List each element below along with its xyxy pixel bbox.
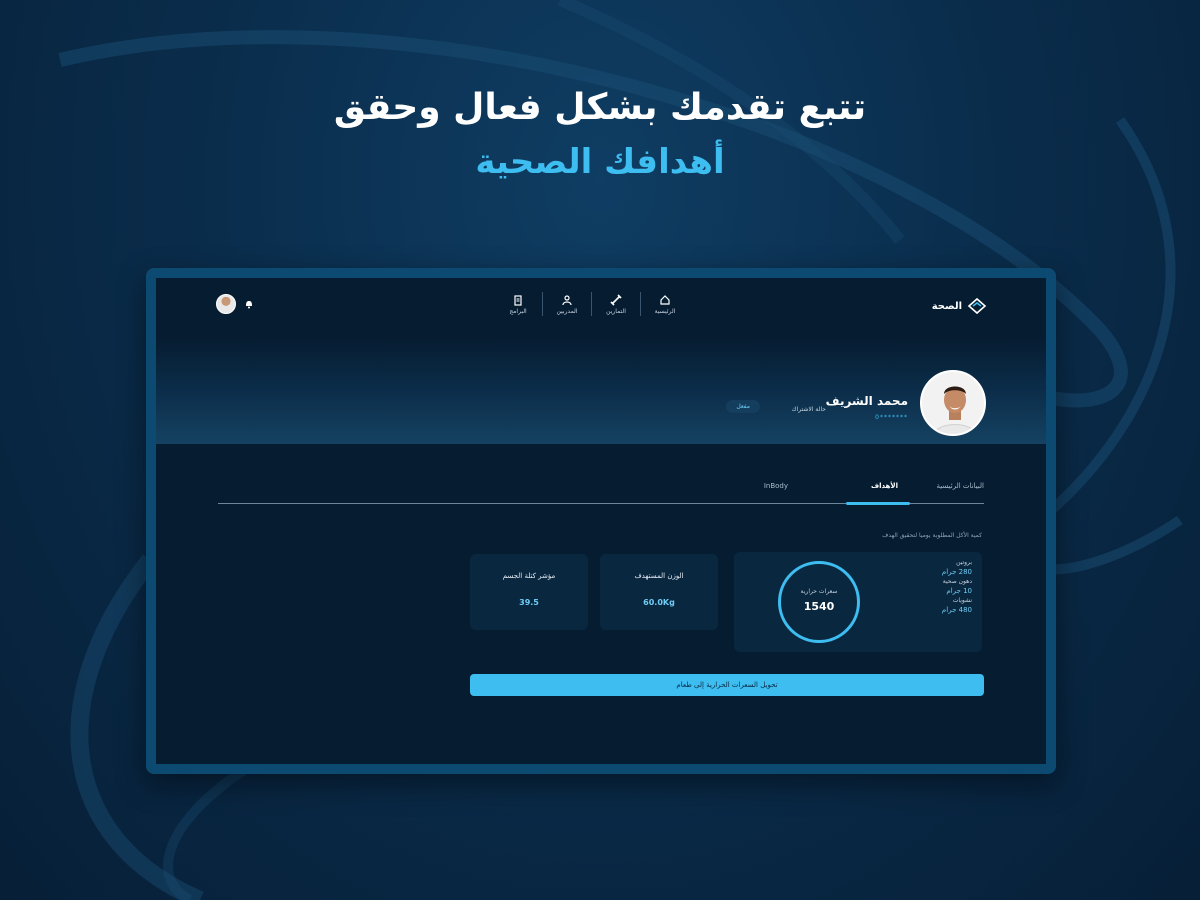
calorie-card: سعرات حرارية 1540 بروتين 280 جرام دهون ص… [734, 552, 982, 652]
headline-line-1: تتبع تقدمك بشكل فعال وحقق [333, 87, 867, 128]
dumbbell-icon [610, 293, 622, 306]
nav-item-home[interactable]: الرئيسية [641, 294, 689, 315]
profile-phone: 0******* [875, 414, 908, 421]
convert-calories-button[interactable]: تحويل السعرات الحرارية إلى طعام [470, 674, 984, 696]
bmi-value: 39.5 [519, 598, 539, 607]
target-weight-card: الوزن المستهدف 60.0Kg [600, 554, 718, 630]
nav-label-workouts: التمارين [606, 307, 626, 315]
bmi-card: مؤشر كتلة الجسم 39.5 [470, 554, 588, 630]
device-frame: الصحة الرئيسية التمارين المدربين البرامج… [146, 268, 1056, 774]
profile-tabs: البيانات الرئيسية الأهداف InBody [218, 474, 984, 505]
main-nav: الرئيسية التمارين المدربين البرامج [494, 292, 689, 316]
target-weight-value: 60.0Kg [643, 598, 675, 607]
calorie-value: 1540 [803, 600, 835, 613]
promo-headline: تتبع تقدمك بشكل فعال وحقق أهدافك الصحية [0, 82, 1200, 190]
app-logo[interactable]: الصحة [932, 296, 988, 316]
bmi-title: مؤشر كتلة الجسم [502, 572, 556, 580]
profile-avatar [920, 370, 986, 436]
headline-line-2: أهدافك الصحية [475, 142, 725, 182]
macro-name-fat: دهون صحية [942, 578, 972, 585]
subscription-status-badge: مفعل [726, 400, 760, 413]
macro-value-protein: 280 جرام [941, 568, 972, 576]
nav-item-workouts[interactable]: التمارين [592, 293, 640, 315]
nav-label-home: الرئيسية [654, 307, 676, 315]
profile-banner [156, 338, 1046, 444]
calorie-ring: سعرات حرارية 1540 [778, 561, 860, 643]
profile-name: محمد الشريف [825, 394, 908, 408]
bell-icon[interactable] [244, 299, 254, 309]
calorie-label: سعرات حرارية [800, 588, 838, 595]
nav-label-programs: البرامج [509, 307, 527, 315]
target-weight-title: الوزن المستهدف [634, 572, 684, 580]
macro-value-fat: 10 جرام [946, 587, 972, 595]
app-screen: الصحة الرئيسية التمارين المدربين البرامج… [156, 278, 1046, 764]
home-icon [660, 294, 670, 305]
users-icon [562, 294, 572, 305]
macro-name-carbs: نشويات [952, 597, 972, 604]
subscription-label: حالة الاشتراك [791, 406, 826, 413]
goals-hint: كمية الأكل المطلوبة يوميا لتحقيق الهدف [882, 532, 982, 539]
tab-main-data[interactable]: البيانات الرئيسية [937, 482, 984, 490]
macro-name-protein: بروتين [956, 559, 972, 566]
macro-value-carbs: 480 جرام [941, 606, 972, 614]
nav-item-programs[interactable]: البرامج [494, 294, 542, 315]
nav-label-trainers: المدربين [556, 307, 578, 315]
clipboard-icon [514, 294, 522, 306]
tab-goals[interactable]: الأهداف [871, 482, 898, 490]
user-avatar[interactable] [216, 294, 236, 314]
tab-inbody[interactable]: InBody [764, 482, 788, 490]
active-tab-indicator [846, 502, 910, 505]
macros-list: بروتين 280 جرام دهون صحية 10 جرام نشويات… [942, 558, 972, 615]
logo-icon [967, 297, 987, 315]
logo-text: الصحة [931, 300, 962, 312]
user-controls [216, 294, 254, 314]
nav-item-trainers[interactable]: المدربين [543, 294, 591, 315]
top-navigation: الصحة الرئيسية التمارين المدربين البرامج [156, 278, 1046, 338]
